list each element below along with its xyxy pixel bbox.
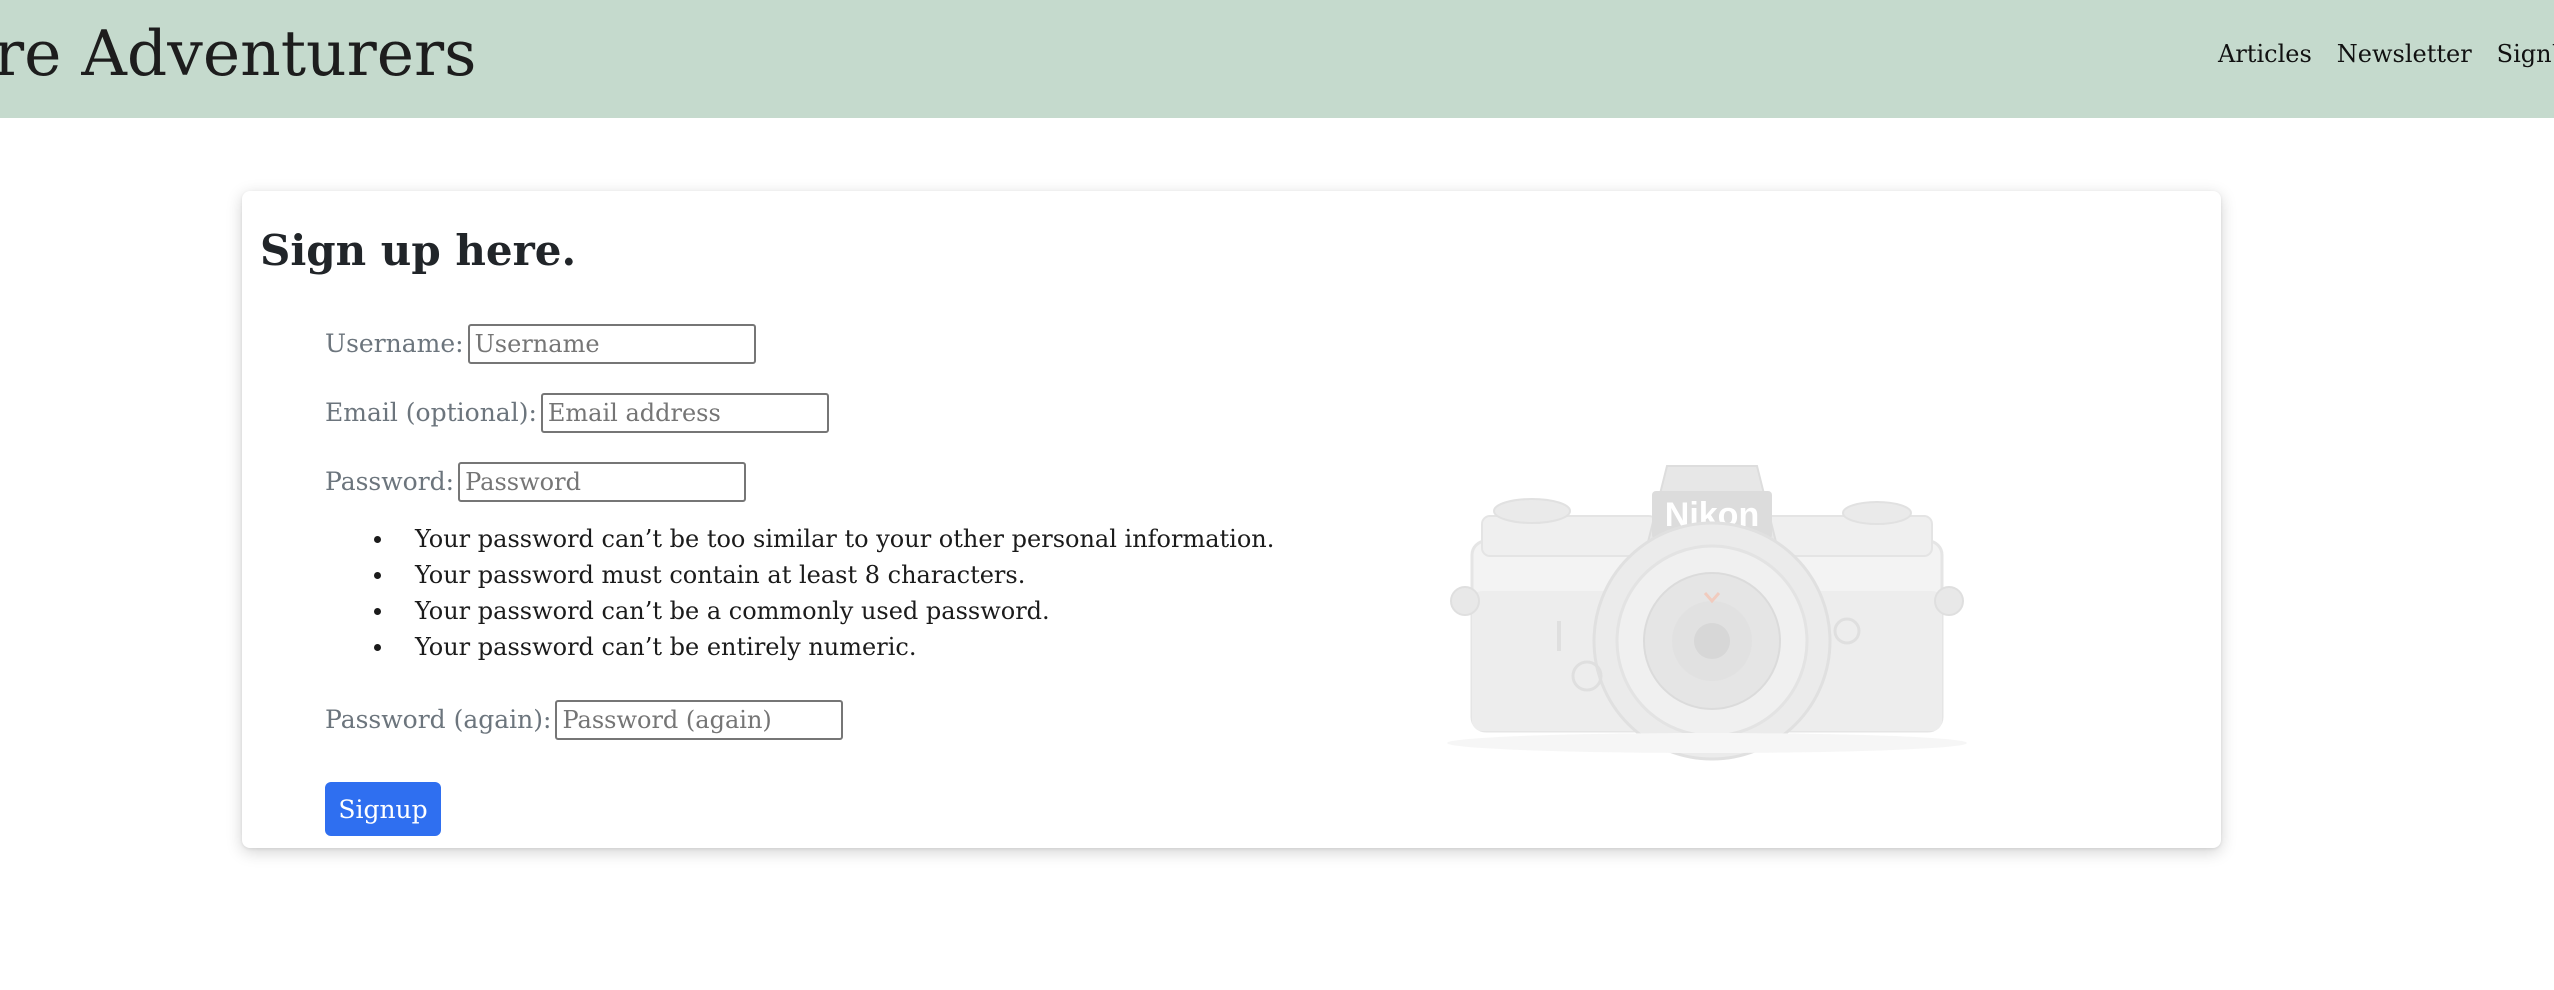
email-row: Email (optional): bbox=[325, 393, 829, 433]
email-label: Email (optional): bbox=[325, 398, 537, 427]
password-requirements-list: Your password can’t be too similar to yo… bbox=[374, 521, 1274, 665]
password-hint: Your password must contain at least 8 ch… bbox=[374, 557, 1274, 593]
username-label: Username: bbox=[325, 329, 464, 358]
password-again-input[interactable] bbox=[555, 700, 844, 740]
page-title: Sign up here. bbox=[260, 226, 577, 275]
main-nav: Articles Newsletter SignUp bbox=[2218, 36, 2554, 72]
username-input[interactable] bbox=[467, 324, 756, 364]
signup-button[interactable]: Signup bbox=[325, 782, 441, 836]
site-title[interactable]: re Adventurers bbox=[0, 14, 476, 94]
password-input[interactable] bbox=[458, 462, 747, 502]
email-input[interactable] bbox=[540, 393, 829, 433]
password-hint: Your password can’t be too similar to yo… bbox=[374, 521, 1274, 557]
password-hint: Your password can’t be a commonly used p… bbox=[374, 593, 1274, 629]
password-again-label: Password (again): bbox=[325, 705, 552, 734]
password-again-row: Password (again): bbox=[325, 700, 844, 740]
password-hint: Your password can’t be entirely numeric. bbox=[374, 629, 1274, 665]
password-label: Password: bbox=[325, 467, 455, 496]
nav-link-articles[interactable]: Articles bbox=[2218, 36, 2312, 72]
camera-icon: Nikon bbox=[1447, 465, 1967, 761]
signup-card: Sign up here. Username: Email (optional)… bbox=[242, 191, 2221, 848]
site-header: re Adventurers Articles Newsletter SignU… bbox=[0, 0, 2554, 118]
nav-link-newsletter[interactable]: Newsletter bbox=[2337, 36, 2472, 72]
password-row: Password: bbox=[325, 462, 747, 502]
nav-link-signup[interactable]: SignUp bbox=[2497, 36, 2554, 72]
username-row: Username: bbox=[325, 324, 756, 364]
